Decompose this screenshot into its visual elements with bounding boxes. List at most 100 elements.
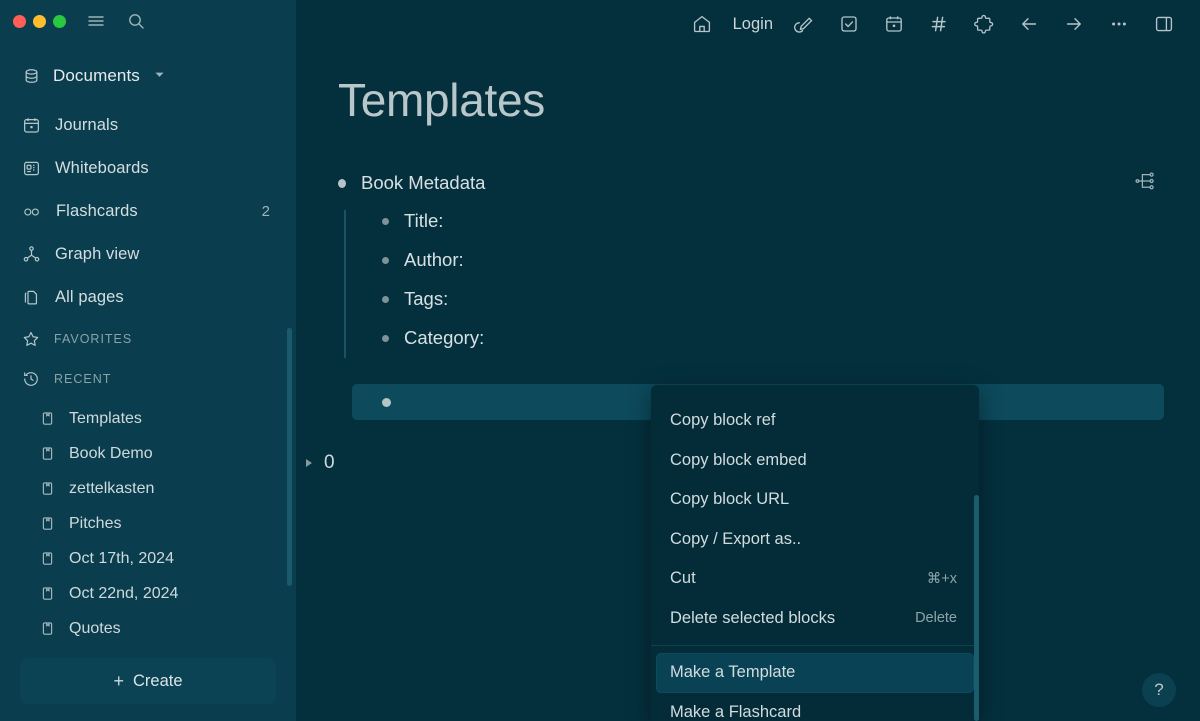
block-children: Title: Author: Tags: Category: — [344, 208, 1200, 364]
block-text[interactable]: Author: — [404, 247, 464, 272]
infinity-icon — [22, 202, 42, 222]
edit-pencil-icon[interactable] — [781, 4, 826, 44]
menu-item-copy-block-embed[interactable]: Copy block embed — [656, 441, 974, 481]
block-bullet[interactable] — [382, 256, 389, 264]
context-menu-scrollbar[interactable] — [974, 495, 979, 721]
minimize-window-button[interactable] — [33, 14, 46, 28]
ellipsis-icon[interactable] — [1096, 4, 1141, 44]
sidebar-item-graph-view[interactable]: Graph view — [0, 233, 296, 276]
graph-selector[interactable]: Documents — [0, 54, 296, 98]
list-item[interactable]: zettelkasten — [0, 471, 296, 506]
sidebar-section-recent[interactable]: RECENT — [0, 359, 296, 399]
collapsed-block-text[interactable]: 0 — [324, 452, 335, 474]
sidebar-item-flashcards[interactable]: Flashcards 2 — [0, 190, 296, 233]
menu-item-make-a-flashcard[interactable]: Make a Flashcard — [656, 693, 974, 721]
login-button[interactable]: Login — [725, 15, 781, 34]
help-button[interactable]: ? — [1142, 673, 1176, 707]
section-label: FAVORITES — [54, 332, 133, 346]
block-bullet[interactable] — [382, 217, 389, 225]
plus-icon: + — [113, 670, 124, 691]
page-icon — [40, 621, 55, 636]
create-button-label: Create — [132, 671, 183, 690]
menu-item-copy-export-as[interactable]: Copy / Export as.. — [656, 520, 974, 560]
menu-item-label: Make a Flashcard — [670, 702, 802, 721]
sidebar-item-label: Whiteboards — [55, 159, 149, 177]
block-text[interactable]: Tags: — [404, 286, 448, 311]
block-book-metadata[interactable]: Book Metadata — [338, 170, 1200, 208]
page-icon — [40, 586, 55, 601]
page-icon — [40, 516, 55, 531]
recent-list: Templates Book Demo zettelkasten Pitches… — [0, 401, 296, 646]
create-button[interactable]: + Create — [20, 658, 276, 704]
context-menu: Copy block ref Copy block embed Copy blo… — [651, 385, 979, 721]
menu-item-delete-selected-blocks[interactable]: Delete selected blocks Delete — [656, 599, 974, 639]
list-item-label: Pitches — [69, 514, 122, 532]
search-icon[interactable] — [119, 6, 153, 36]
sidebar-item-badge: 2 — [261, 203, 270, 220]
menu-item-label: Delete selected blocks — [670, 608, 836, 627]
sidebar-scrollbar[interactable] — [287, 328, 292, 586]
menu-item-label: Copy block ref — [670, 411, 776, 430]
list-item[interactable]: Pitches — [0, 506, 296, 541]
sidebar-item-whiteboards[interactable]: Whiteboards — [0, 147, 296, 190]
list-item-label: zettelkasten — [69, 479, 155, 497]
hamburger-icon[interactable] — [79, 6, 113, 36]
whiteboard-icon — [22, 159, 41, 178]
menu-item-cut[interactable]: Cut ⌘+x — [656, 559, 974, 599]
block-bullet[interactable] — [382, 397, 391, 407]
sidebar-item-label: Graph view — [55, 245, 140, 263]
list-item[interactable]: Oct 17th, 2024 — [0, 541, 296, 576]
sidebar-item-label: All pages — [55, 288, 124, 306]
chevron-right-icon[interactable] — [306, 459, 312, 467]
arrow-right-icon[interactable] — [1051, 4, 1096, 44]
sidebar-item-all-pages[interactable]: All pages — [0, 276, 296, 319]
block-bullet[interactable] — [382, 295, 389, 303]
menu-item-shortcut: ⌘+x — [926, 570, 957, 587]
block-author[interactable]: Author: — [382, 247, 1200, 286]
block-bullet[interactable] — [338, 178, 346, 188]
list-item-label: Templates — [69, 409, 142, 427]
close-window-button[interactable] — [13, 14, 26, 28]
list-item[interactable]: Templates — [0, 401, 296, 436]
page-icon — [40, 481, 55, 496]
page-icon — [40, 411, 55, 426]
hashtag-icon[interactable] — [916, 4, 961, 44]
block-list: Book Metadata Title: Author: Tags: Categ… — [338, 170, 1200, 420]
app-window: Documents Journals Whiteboards Flashcard… — [0, 0, 1200, 721]
menu-item-copy-block-ref[interactable]: Copy block ref — [656, 401, 974, 441]
create-section: + Create — [0, 648, 296, 721]
block-bullet[interactable] — [382, 334, 389, 342]
menu-item-label: Cut — [670, 569, 696, 588]
menu-item-copy-block-url[interactable]: Copy block URL — [656, 480, 974, 520]
calendar-icon[interactable] — [871, 4, 916, 44]
maximize-window-button[interactable] — [53, 14, 66, 28]
block-tags[interactable]: Tags: — [382, 286, 1200, 325]
sidebar-item-label: Flashcards — [56, 202, 138, 220]
list-item[interactable]: Oct 22nd, 2024 — [0, 576, 296, 611]
chevron-down-icon[interactable] — [154, 69, 165, 83]
block-title[interactable]: Title: — [382, 208, 1200, 247]
page-icon — [40, 446, 55, 461]
checkbox-icon[interactable] — [826, 4, 871, 44]
sidebar-item-journals[interactable]: Journals — [0, 104, 296, 147]
list-item[interactable]: Quotes — [0, 611, 296, 646]
block-text[interactable]: Title: — [404, 208, 443, 233]
arrow-left-icon[interactable] — [1006, 4, 1051, 44]
list-item-label: Quotes — [69, 619, 121, 637]
right-sidebar-icon[interactable] — [1141, 4, 1186, 44]
list-item-label: Oct 22nd, 2024 — [69, 584, 179, 602]
list-item[interactable]: Book Demo — [0, 436, 296, 471]
home-icon[interactable] — [680, 4, 725, 44]
block-text[interactable]: Book Metadata — [361, 170, 485, 195]
list-item-label: Book Demo — [69, 444, 153, 462]
block-text[interactable]: Category: — [404, 325, 484, 350]
collapsed-block-row[interactable]: 0 — [306, 452, 335, 474]
puzzle-icon[interactable] — [961, 4, 1006, 44]
sidebar-section-favorites[interactable]: FAVORITES — [0, 319, 296, 359]
graph-name: Documents — [53, 66, 140, 85]
block-category[interactable]: Category: — [382, 325, 1200, 364]
menu-item-make-a-template[interactable]: Make a Template — [656, 653, 974, 693]
primary-nav: Journals Whiteboards Flashcards 2 Graph … — [0, 104, 296, 399]
page-title: Templates — [338, 74, 545, 126]
menu-item-label: Copy block URL — [670, 490, 790, 509]
